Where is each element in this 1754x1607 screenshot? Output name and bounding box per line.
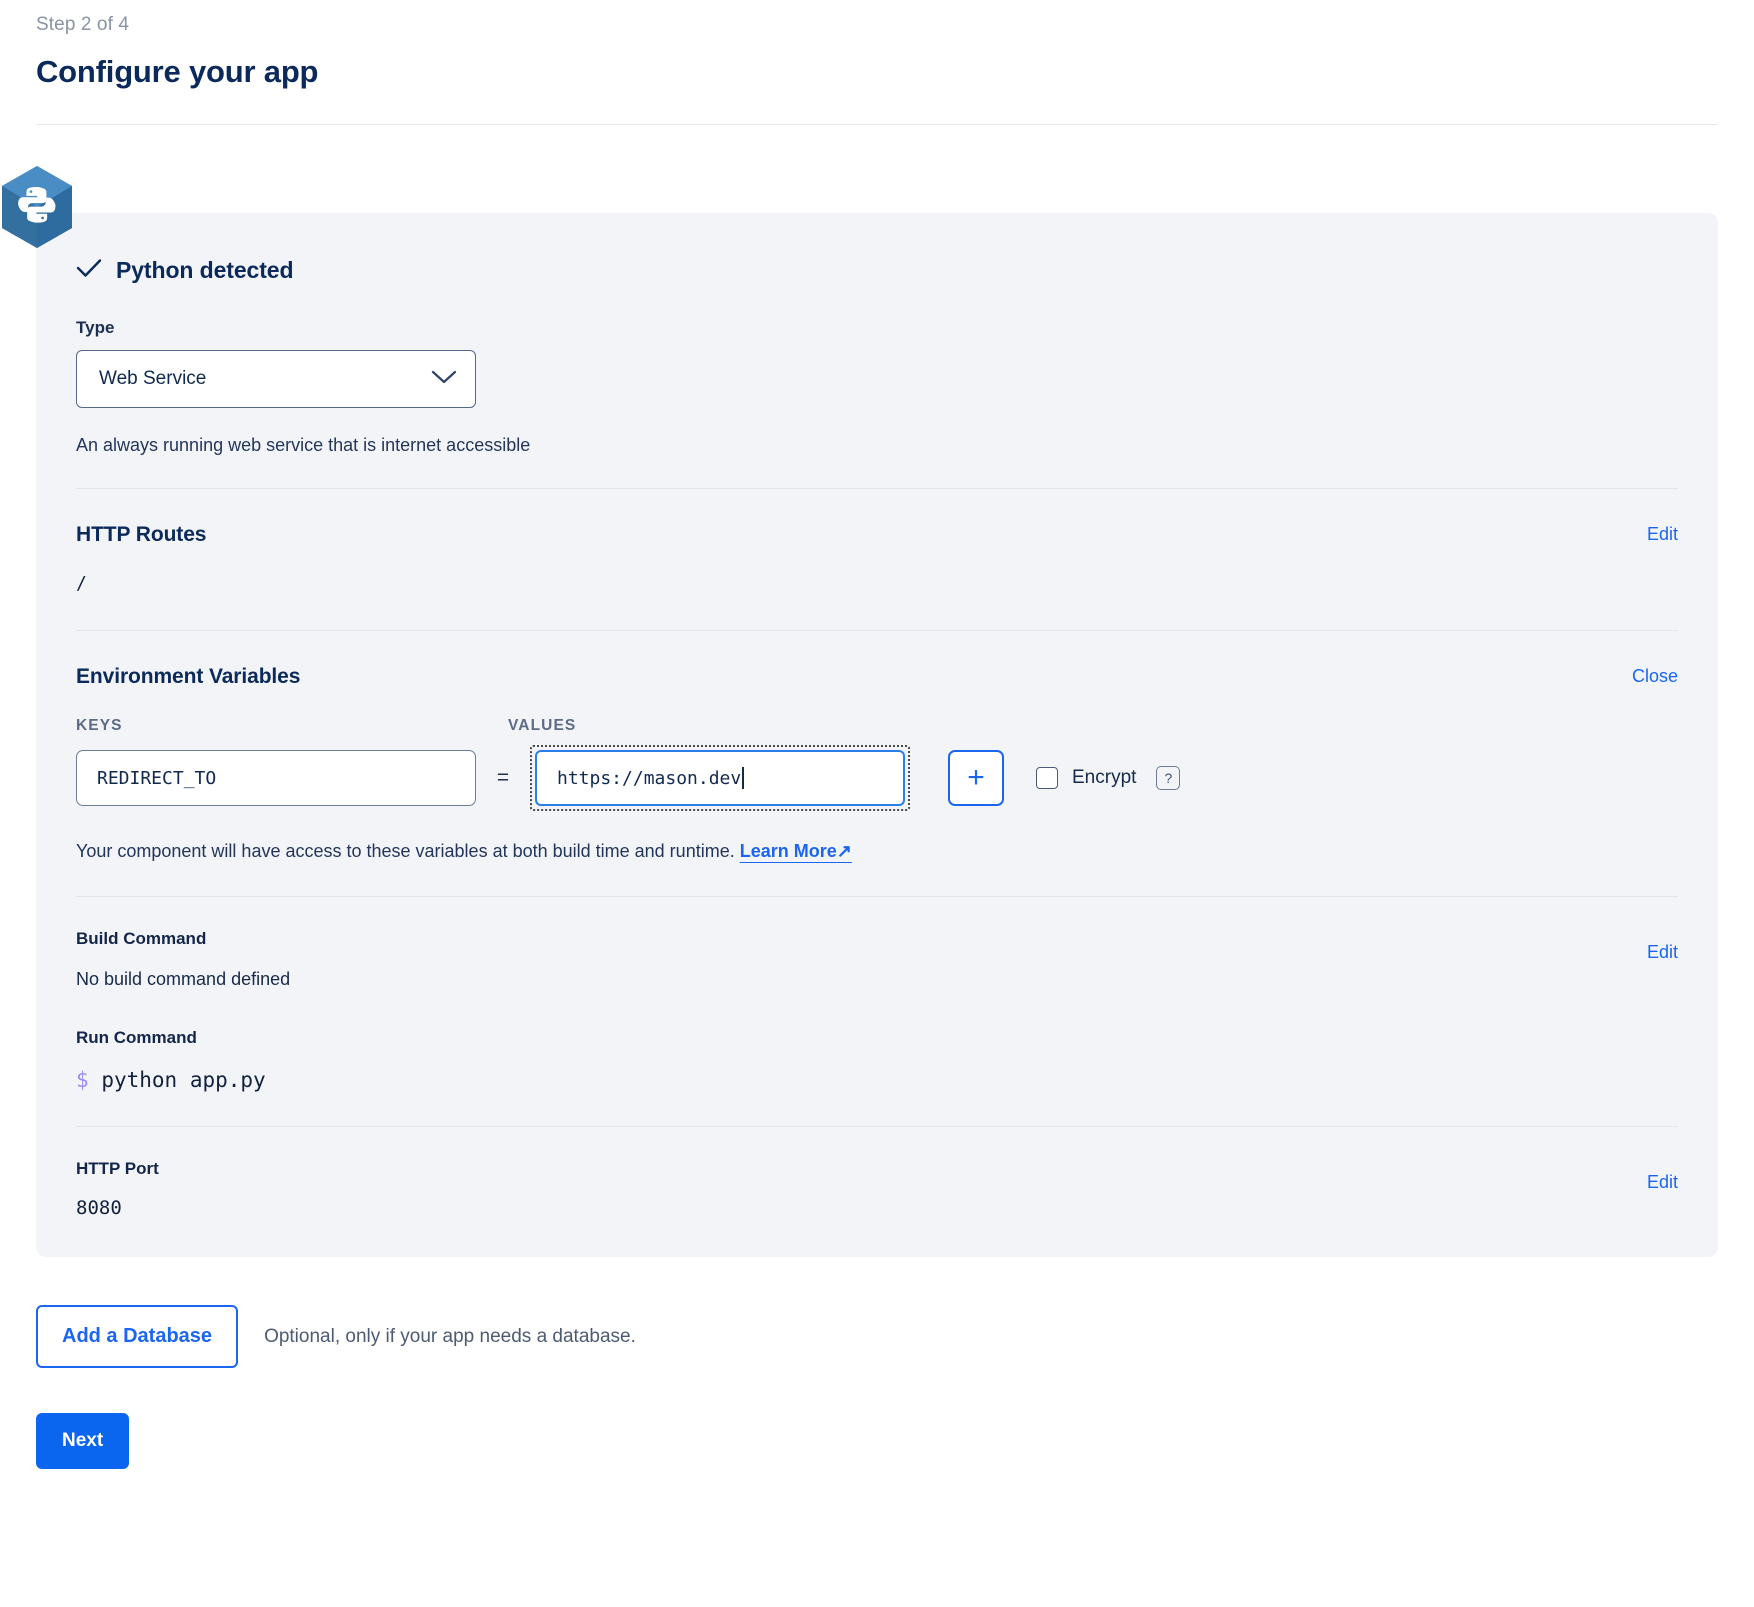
env-vars-helper-text: Your component will have access to these… (76, 841, 1678, 862)
language-detected-label: Python detected (116, 257, 294, 283)
page-header: Step 2 of 4 Configure your app (0, 0, 1754, 90)
http-port-section: HTTP Port 8080 Edit (76, 1159, 1678, 1219)
env-keys-column-header: KEYS (76, 717, 123, 734)
section-divider (76, 896, 1678, 897)
env-var-row: REDIRECT_TO = https://mason.dev + Encryp… (76, 745, 1678, 811)
env-vars-helper-sentence: Your component will have access to these… (76, 841, 735, 861)
env-vars-section: Environment Variables Close (76, 665, 1678, 689)
build-command-section: Build Command No build command defined E… (76, 929, 1678, 990)
http-port-block: HTTP Port 8080 (76, 1159, 159, 1219)
add-env-var-button[interactable]: + (948, 750, 1004, 806)
shell-prompt-icon: $ (76, 1068, 89, 1092)
type-select[interactable]: Web Service (76, 350, 476, 408)
section-divider (76, 1126, 1678, 1127)
text-caret (742, 767, 744, 789)
page-title: Configure your app (36, 54, 319, 89)
config-card-wrapper: Python detected Type Web Service An alwa… (2, 166, 1718, 1257)
type-description: An always running web service that is in… (76, 435, 531, 455)
env-value-focus-ring: https://mason.dev (530, 745, 910, 811)
learn-more-label: Learn More (739, 841, 837, 861)
build-command-value: No build command defined (76, 969, 291, 989)
section-divider (76, 488, 1678, 489)
http-routes-edit-link[interactable]: Edit (1647, 523, 1678, 546)
chevron-down-icon (431, 369, 457, 390)
page-footer: Add a Database Optional, only if your ap… (36, 1305, 1718, 1469)
run-command-value: $ python app.py (76, 1068, 1678, 1092)
build-command-edit-link[interactable]: Edit (1647, 941, 1678, 964)
http-routes-section: HTTP Routes Edit (76, 523, 1678, 547)
http-routes-title: HTTP Routes (76, 523, 207, 546)
env-key-input[interactable]: REDIRECT_TO (76, 750, 476, 806)
build-command-label: Build Command (76, 929, 207, 948)
next-button[interactable]: Next (36, 1413, 130, 1469)
env-value-text: https://mason.dev (557, 767, 742, 789)
language-detected-row: Python detected (76, 257, 1678, 284)
learn-more-link[interactable]: Learn More↗ (740, 841, 852, 861)
http-port-value: 8080 (76, 1197, 122, 1219)
http-port-edit-link[interactable]: Edit (1647, 1171, 1678, 1194)
help-icon[interactable]: ? (1156, 766, 1181, 790)
build-command-block: Build Command No build command defined (76, 929, 290, 990)
add-database-row: Add a Database Optional, only if your ap… (36, 1305, 1718, 1368)
step-indicator: Step 2 of 4 (36, 14, 130, 35)
check-icon (76, 258, 102, 283)
http-port-label: HTTP Port (76, 1159, 159, 1178)
encrypt-control: Encrypt ? (1036, 766, 1181, 790)
type-field-label: Type (76, 318, 115, 337)
config-card: Python detected Type Web Service An alwa… (36, 213, 1718, 1257)
env-value-input[interactable]: https://mason.dev (535, 750, 905, 806)
encrypt-checkbox[interactable] (1036, 767, 1058, 789)
run-command-text: python app.py (101, 1068, 266, 1092)
add-database-button[interactable]: Add a Database (36, 1305, 239, 1368)
encrypt-label: Encrypt (1072, 767, 1137, 788)
run-command-section: Run Command $ python app.py (76, 1028, 1678, 1092)
env-vars-column-headers: KEYS VALUES (76, 717, 1678, 735)
env-vars-title: Environment Variables (76, 665, 301, 688)
type-select-value: Web Service (99, 368, 207, 389)
run-command-label: Run Command (76, 1028, 197, 1047)
http-routes-value: / (76, 573, 87, 594)
env-equals-sign: = (496, 766, 510, 789)
add-database-note: Optional, only if your app needs a datab… (264, 1325, 636, 1347)
env-vars-close-link[interactable]: Close (1632, 665, 1678, 688)
section-divider (76, 630, 1678, 631)
header-divider (36, 124, 1718, 125)
external-link-icon: ↗ (836, 841, 852, 861)
python-logo-icon (0, 165, 74, 249)
configure-app-page: Step 2 of 4 Configure your app Python de… (0, 0, 1754, 1469)
env-values-column-header: VALUES (508, 717, 577, 734)
